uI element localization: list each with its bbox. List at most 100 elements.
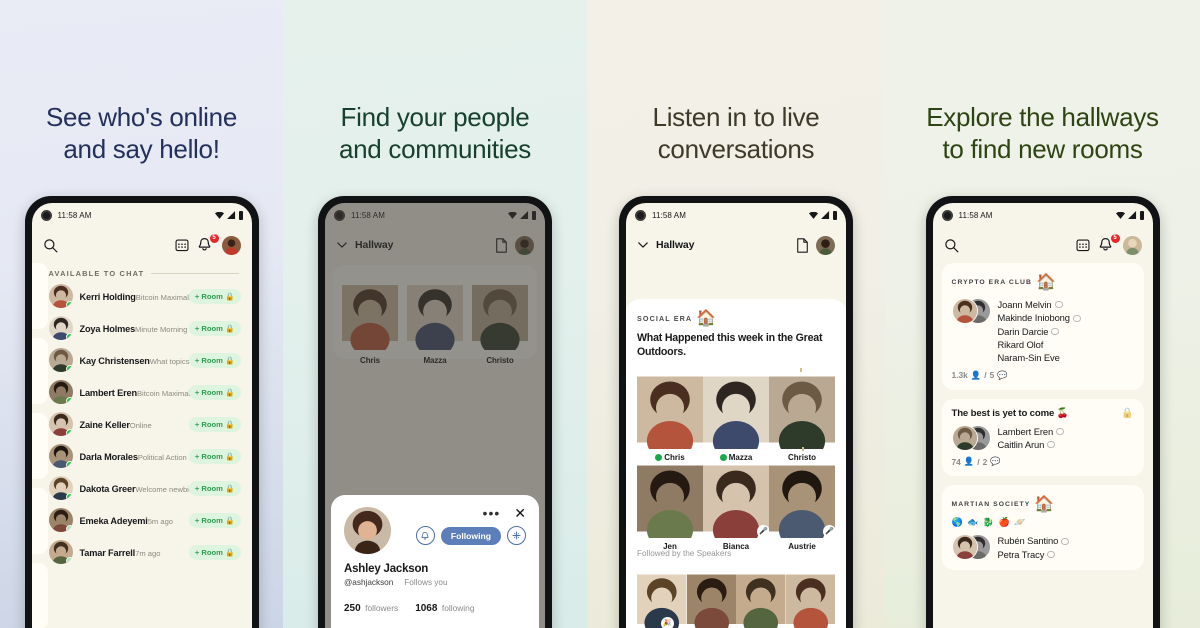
notification-badge: 5 [1110,233,1120,243]
notifications-button[interactable]: 5 [197,233,219,254]
panel-1-headline: See who's online and say hello! [0,102,283,165]
following-stat[interactable]: 1068 following [415,598,474,616]
avatar [637,459,703,538]
chat-bubble-icon: 💬 [997,369,1008,380]
speaker-count: 2 [982,456,988,467]
avatar [951,424,978,451]
bell-icon [421,531,429,540]
document-icon[interactable] [796,237,809,253]
notifications-button[interactable]: 5 [1098,233,1120,254]
followers-count: 250 [344,603,361,615]
add-room-button[interactable]: + Room 🔒 [188,512,241,528]
status-bar: 11:58 AM [626,203,846,227]
chat-list-item[interactable]: Kay ChristensenWhat topics are taboo...+… [32,344,252,376]
chat-list-item[interactable]: Dakota GreerWelcome newbies! 🎉 + Room 🔒 [32,472,252,504]
room-era-label: MARTIAN SOCIETY [951,500,1031,508]
house-icon: 🏠 [696,310,717,327]
room-title: The best is yet to come 🍒 [951,407,1069,419]
chat-list-item[interactable]: Zoya HolmesMinute Morning Update + Room 🔒 [32,312,252,344]
chevron-down-icon[interactable] [637,239,649,251]
chat-list-item[interactable]: Kerri HoldingBitcoin Maximalists Uni... +… [32,280,252,312]
followers-stat[interactable]: 250 followers [344,598,398,616]
room-speaker[interactable]: 🎤 Bianca [703,459,770,551]
online-status-dot [65,461,73,468]
close-icon[interactable]: ✕ [514,506,526,520]
calendar-icon[interactable] [174,238,189,252]
hallway-room-card[interactable]: MARTIAN SOCIETY 🏠 🌎 🐟 🐉 🍎 🪐 Rubén Santino Pe… [941,485,1144,571]
room-era: SOCIAL ERA 🏠 [637,308,835,328]
followed-person[interactable]: Naite [686,568,736,628]
room-emoji-row: 🌎 🐟 🐉 🍎 🪐 [951,517,1027,528]
chat-list-item[interactable]: Zaine KellerOnline + Room 🔒 [32,408,252,440]
room-speaker[interactable]: Chris [637,370,703,462]
member-name: Makinde Iniobong [997,312,1071,324]
followed-person[interactable]: Kelly [736,568,786,628]
wifi-icon [214,211,224,219]
room-speaker[interactable]: Mazza [703,370,769,462]
add-room-button[interactable]: + Room 🔒 [188,384,241,400]
notification-bell-button[interactable] [415,526,435,546]
room-speaker[interactable]: Jen [637,459,703,551]
add-room-button[interactable]: + Room 🔒 [188,288,241,304]
member-name: Caitlin Arun [997,439,1045,451]
avatar [736,568,786,628]
room-speaker[interactable]: 🎤 Austrie [769,459,836,551]
hallway-title: Hallway [656,239,695,251]
online-status-dot [65,429,73,436]
room-member-list: Lambert Eren Caitlin Arun [998,425,1134,452]
room-speaker[interactable]: Christo [769,370,835,462]
avatar [48,476,73,500]
chat-list-item[interactable]: Tamar Farrell7m ago + Room 🔒 [32,536,252,568]
chat-list-item[interactable]: Darla MoralesPolitical Action Meetup... +… [32,440,252,472]
phone-4-top-nav: 5 [933,227,1153,263]
panel-listen-in-to-live: Listen in to live conversations 11:58 AM [587,0,885,628]
online-status-dot [65,365,73,372]
member-name: Lambert Eren [997,425,1054,437]
room-era-label: SOCIAL ERA [637,313,693,323]
add-room-button[interactable]: + Room 🔒 [188,352,241,368]
avatar [48,284,73,308]
search-icon[interactable] [944,238,959,253]
count-separator: / [984,370,987,381]
add-room-button[interactable]: + Room 🔒 [188,480,241,496]
following-button[interactable]: Following [440,526,501,545]
member-name: Joann Melvin [997,299,1052,310]
add-room-button[interactable]: + Room 🔒 [188,320,241,336]
chat-list-item[interactable]: Emeka Adeyemi5m ago + Room 🔒 [32,504,252,536]
headline-line-2: and say hello! [63,133,220,164]
chat-bubble-icon [1051,327,1060,335]
followed-person[interactable]: Nikola [785,568,835,628]
person-name: Kay Christensen [79,356,150,366]
room-era-label: CRYPTO ERA CLUB [951,278,1032,286]
follows-you-label: Follows you [404,578,448,588]
headline-line-1: See who's online [46,102,237,132]
profile-avatar[interactable] [1122,235,1142,255]
member-name: Darin Darcie [997,325,1049,337]
profile-avatar[interactable] [221,235,241,255]
avatar: 🎤 [703,459,770,538]
search-icon[interactable] [43,238,58,253]
hallway-room-card[interactable]: CRYPTO ERA CLUB 🏠 Joann Melvin Makinde Inio… [941,263,1144,390]
calendar-icon[interactable] [1075,238,1090,252]
online-status-dot [65,525,73,532]
add-room-button[interactable]: + Room 🔒 [188,448,241,464]
profile-avatar[interactable] [816,235,835,255]
add-room-button[interactable]: + Room 🔒 [188,544,241,560]
chat-list-item[interactable]: Lambert ErenBitcoin Maximalists Uni... + … [32,376,252,408]
avatar [48,508,73,532]
panel-see-who-is-online: See who's online and say hello! 11:58 AM [0,0,283,628]
promo-stage: See who's online and say hello! 11:58 AM [0,0,1200,628]
followed-person[interactable]: 🎉Christina [637,568,687,628]
hallway-room-card[interactable]: 🔒 The best is yet to come 🍒 Lambert Eren Ca… [941,398,1144,477]
notification-badge: 5 [209,233,219,243]
person-name: Darla Morales [79,452,138,462]
left-peek-cards [31,263,48,628]
headline-line-2: to find new rooms [942,133,1143,164]
phone-mockup-4: 11:58 AM 5 CRYPTO ERA CLUB 🏠 Joann Melvi… [925,196,1160,628]
room-avatar-stack [951,424,991,451]
sparkle-button[interactable] [507,526,526,546]
add-room-button[interactable]: + Room 🔒 [188,416,241,432]
avatar [48,444,73,468]
avatar: 🎤 [769,459,836,538]
more-options-icon[interactable]: ••• [483,506,501,520]
